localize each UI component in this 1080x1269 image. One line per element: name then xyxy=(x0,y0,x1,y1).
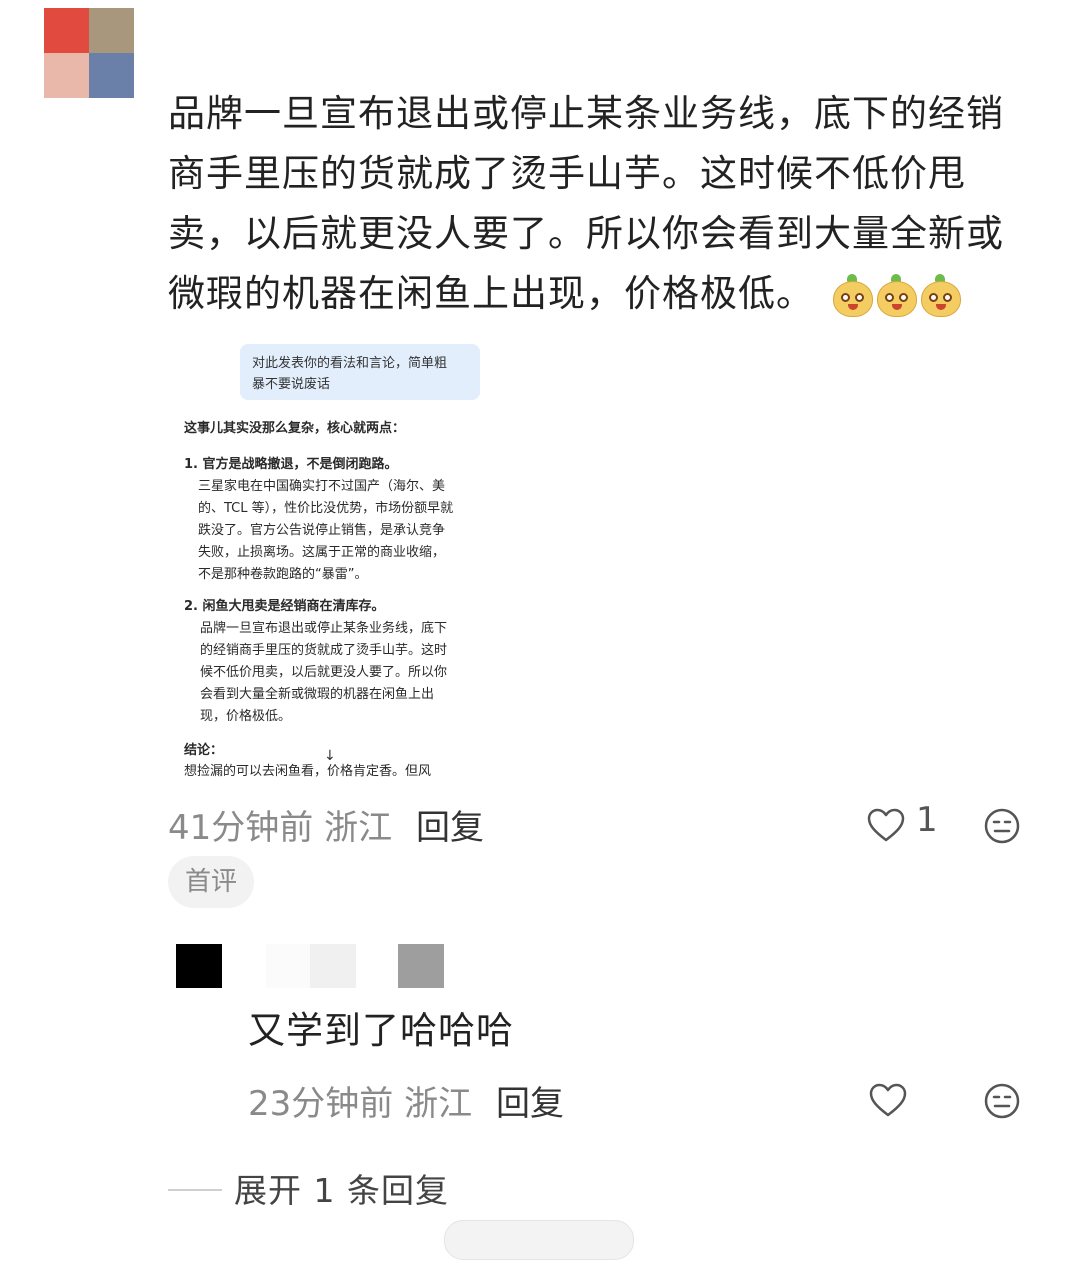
avatar-tile xyxy=(44,53,89,98)
prompt-line: 对此发表你的看法和言论，简单粗 xyxy=(252,356,448,371)
avatar-block xyxy=(266,944,312,988)
avatar-tile xyxy=(44,8,89,53)
avatar-block xyxy=(176,944,222,988)
doge-fruit-emoji-icon xyxy=(920,274,961,317)
shot-line: 跌没了。官方公告说停止销售，是承认竞争 xyxy=(198,523,446,538)
shot-intro: 这事儿其实没那么复杂，核心就两点： xyxy=(184,421,406,436)
emoji-row xyxy=(832,274,961,317)
prompt-bubble: 对此发表你的看法和言论，简单粗 暴不要说废话 xyxy=(240,344,480,400)
shot-line: 的、TCL 等），性价比没优势，市场份额早就 xyxy=(198,501,454,516)
prompt-line: 暴不要说废话 xyxy=(252,377,331,392)
like-count: 1 xyxy=(916,800,938,840)
commenter-avatar[interactable] xyxy=(44,8,134,98)
shot-point-heading: 2. 闲鱼大甩卖是经销商在清库存。 xyxy=(184,599,385,614)
like-heart-icon[interactable] xyxy=(868,1081,908,1121)
dislike-face-icon[interactable] xyxy=(982,806,1022,846)
shot-conclusion-heading: 结论： xyxy=(184,743,224,758)
shot-line: 现，价格极低。 xyxy=(200,709,292,724)
shot-line: 三星家电在中国确实打不过国产（海尔、美 xyxy=(198,479,446,494)
avatar-tile xyxy=(89,53,134,98)
comment-text: 品牌一旦宣布退出或停止某条业务线，底下的经销商手里压的货就成了烫手山芋。这时候不… xyxy=(168,84,1028,324)
avatar-block xyxy=(398,944,444,988)
watermark xyxy=(444,1220,634,1260)
reply-reply-button[interactable]: 回复 xyxy=(496,1076,564,1125)
shot-line: 候不低价甩卖，以后就更没人要了。所以你 xyxy=(200,665,448,680)
expand-replies-button[interactable]: 展开 1 条回复 xyxy=(234,1164,449,1212)
first-comment-badge: 首评 xyxy=(168,856,254,908)
shot-point-heading: 1. 官方是战略撤退，不是倒闭跑路。 xyxy=(184,457,398,472)
comment-time-location: 41分钟前 浙江 xyxy=(168,808,393,848)
like-heart-icon[interactable] xyxy=(866,806,906,846)
avatar-block xyxy=(310,944,356,988)
shot-line: 的经销商手里压的货就成了烫手山芋。这时 xyxy=(200,643,448,658)
avatar-tile xyxy=(89,8,134,53)
expand-divider xyxy=(168,1189,222,1191)
doge-fruit-emoji-icon xyxy=(832,274,873,317)
scroll-down-icon: ↓ xyxy=(324,748,336,764)
shot-line: 不是那种卷款跑路的“暴雷”。 xyxy=(198,567,368,582)
reply-button[interactable]: 回复 xyxy=(416,800,484,849)
attached-screenshot[interactable]: 对此发表你的看法和言论，简单粗 暴不要说废话 这事儿其实没那么复杂，核心就两点：… xyxy=(168,338,496,784)
shot-line: 品牌一旦宣布退出或停止某条业务线，底下 xyxy=(200,621,448,636)
shot-line: 会看到大量全新或微瑕的机器在闲鱼上出 xyxy=(200,687,435,702)
reply-time-location: 23分钟前 浙江 xyxy=(248,1084,473,1124)
reply-text: 又学到了哈哈哈 xyxy=(248,1009,514,1052)
shot-line: 失败，止损离场。这属于正常的商业收缩， xyxy=(198,545,446,560)
doge-fruit-emoji-icon xyxy=(876,274,917,317)
reply-avatar[interactable] xyxy=(176,942,448,990)
dislike-face-icon[interactable] xyxy=(982,1081,1022,1121)
shot-line: 想捡漏的可以去闲鱼看，价格肯定香。但风 xyxy=(184,764,432,779)
